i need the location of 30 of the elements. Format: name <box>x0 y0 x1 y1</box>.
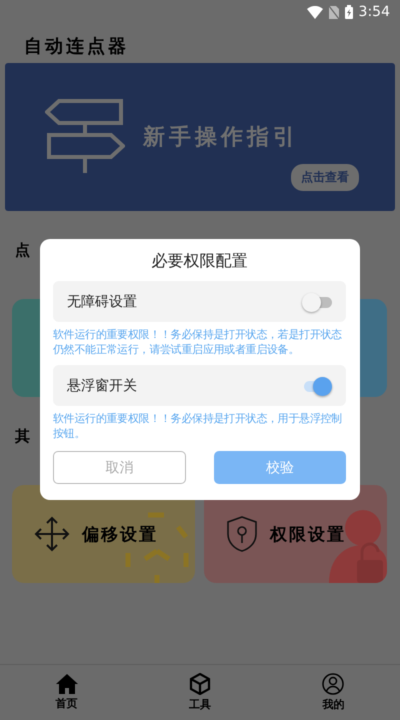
no-sim-icon <box>328 6 339 18</box>
cube-icon <box>188 673 211 695</box>
cancel-button[interactable]: 取消 <box>53 451 186 484</box>
section-title: 其 <box>15 427 30 447</box>
tab-label[interactable]: 我的 <box>322 697 344 712</box>
wifi-icon <box>306 6 323 18</box>
signpost-icon <box>45 99 125 175</box>
section-title: 点 <box>15 241 30 261</box>
setting-label: 无障碍设置 <box>67 292 137 310</box>
banner-title: 新手操作指引 <box>143 123 299 152</box>
toggle-switch[interactable] <box>302 376 332 396</box>
verify-button[interactable]: 校验 <box>214 451 346 484</box>
dialog-title: 必要权限配置 <box>150 251 248 271</box>
status-time: 3:54 <box>358 4 390 20</box>
guide-banner[interactable]: 新手操作指引 点击查看 <box>5 63 395 211</box>
user-icon <box>322 673 344 695</box>
tab-label[interactable]: 工具 <box>188 697 211 712</box>
app-title: 自动连点器 <box>24 35 130 59</box>
battery-icon <box>344 5 353 19</box>
tool-card-label: 权限设置 <box>270 524 346 546</box>
setting-hint: 软件运行的重要权限！！务必保持是打开状态，用于悬浮控制按钮。 <box>53 411 343 441</box>
move-arrows-icon <box>34 516 70 552</box>
setting-hint: 软件运行的重要权限！！务必保持是打开状态，若是打开状态仍然不能正常运行，请尝试重启应用或者重启设备。 <box>53 327 343 357</box>
home-icon <box>56 674 78 694</box>
setting-label: 悬浮窗开关 <box>67 376 137 394</box>
shield-icon <box>226 515 258 553</box>
tool-card-label: 偏移设置 <box>82 524 158 546</box>
toggle-switch[interactable] <box>302 292 332 312</box>
view-button[interactable]: 点击查看 <box>291 164 359 191</box>
tab-label[interactable]: 首页 <box>56 696 78 711</box>
